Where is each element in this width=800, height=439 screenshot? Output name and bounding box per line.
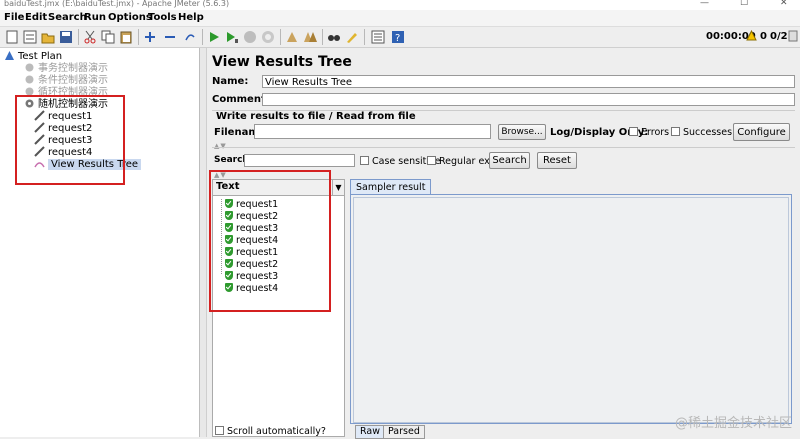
split-pane-divider[interactable] [200,48,207,437]
view-results-tree-panel: View Results Tree Name: View Results Tre… [207,48,800,439]
thread-count: 0/2 [770,31,788,42]
clear-icon[interactable] [284,29,300,45]
reset-button[interactable]: Reset [537,152,577,169]
test-plan-icon [4,50,15,61]
expand-icon[interactable] [142,29,158,45]
copy-icon[interactable] [100,29,116,45]
search-input[interactable] [244,154,355,167]
menu-bar: File Edit Search Run Options Tools Help [0,10,800,27]
tree-node-transaction-controller[interactable]: 事务控制器演示 [24,62,108,74]
gear-icon [24,74,35,85]
menu-search[interactable]: Search [48,12,87,23]
name-field[interactable]: View Results Tree [262,75,795,88]
scroll-automatically-checkbox[interactable]: Scroll automatically? [215,426,326,437]
browse-button[interactable]: Browse... [498,124,546,140]
new-icon[interactable] [4,29,20,45]
search-button[interactable]: Search [489,152,530,169]
open-icon[interactable] [40,29,56,45]
test-plan-tree: Test Plan 事务控制器演示 条件控制器演示 循环控制器演示 随机控制器演… [0,48,200,437]
remote-icon [788,30,798,45]
window-titlebar: baiduTest.jmx (E:\baiduTest.jmx) - Apach… [0,0,800,10]
search-icon[interactable] [326,29,342,45]
warning-icon[interactable] [746,29,757,44]
sampler-result-area [350,194,792,424]
clear-all-icon[interactable] [302,29,318,45]
sampler-result-panel: Sampler result Raw Parsed [350,179,800,439]
menu-help[interactable]: Help [178,12,204,23]
cut-icon[interactable] [82,29,98,45]
menu-tools[interactable]: Tools [148,12,177,23]
filename-field[interactable] [254,124,491,139]
window-title: baiduTest.jmx (E:\baiduTest.jmx) - Apach… [4,0,230,8]
minimize-button[interactable]: — [700,0,709,8]
toggle-icon[interactable] [182,29,198,45]
start-icon[interactable] [206,29,222,45]
tab-sampler-result[interactable]: Sampler result [350,179,432,195]
results-highlight-box [209,170,331,312]
error-count: 0 [760,31,767,42]
menu-edit[interactable]: Edit [25,12,47,23]
panel-title: View Results Tree [212,54,352,70]
errors-checkbox[interactable]: Errors [629,127,669,138]
save-icon[interactable] [58,29,74,45]
menu-run[interactable]: Run [84,12,106,23]
menu-file[interactable]: File [4,12,24,23]
menu-options[interactable]: Options [108,12,152,23]
close-button[interactable]: ✕ [780,0,788,8]
tree-node-test-plan[interactable]: Test Plan [4,50,62,62]
svg-text:?: ? [395,33,400,44]
toolbar: ? 00:00:00 0 0/2 [0,27,800,48]
shutdown-icon[interactable] [260,29,276,45]
help-icon[interactable]: ? [390,29,406,45]
maximize-button[interactable]: ☐ [740,0,748,8]
configure-button[interactable]: Configure [733,123,790,141]
successes-checkbox[interactable]: Successes [671,127,732,138]
tree-node-if-controller[interactable]: 条件控制器演示 [24,74,108,86]
stop-icon[interactable] [242,29,258,45]
name-label: Name: [212,76,249,87]
comments-field[interactable] [262,93,795,106]
chevron-down-icon[interactable]: ▼ [332,180,344,195]
watermark: @稀土掘金技术社区 [674,416,792,431]
collapse-icon[interactable] [162,29,178,45]
function-helper-icon[interactable] [370,29,386,45]
highlight-box [15,95,125,185]
reset-search-icon[interactable] [344,29,360,45]
gear-icon [24,62,35,73]
write-results-label: Write results to file / Read from file [216,111,416,122]
templates-icon[interactable] [22,29,38,45]
start-no-pause-icon[interactable] [224,29,240,45]
paste-icon[interactable] [118,29,134,45]
